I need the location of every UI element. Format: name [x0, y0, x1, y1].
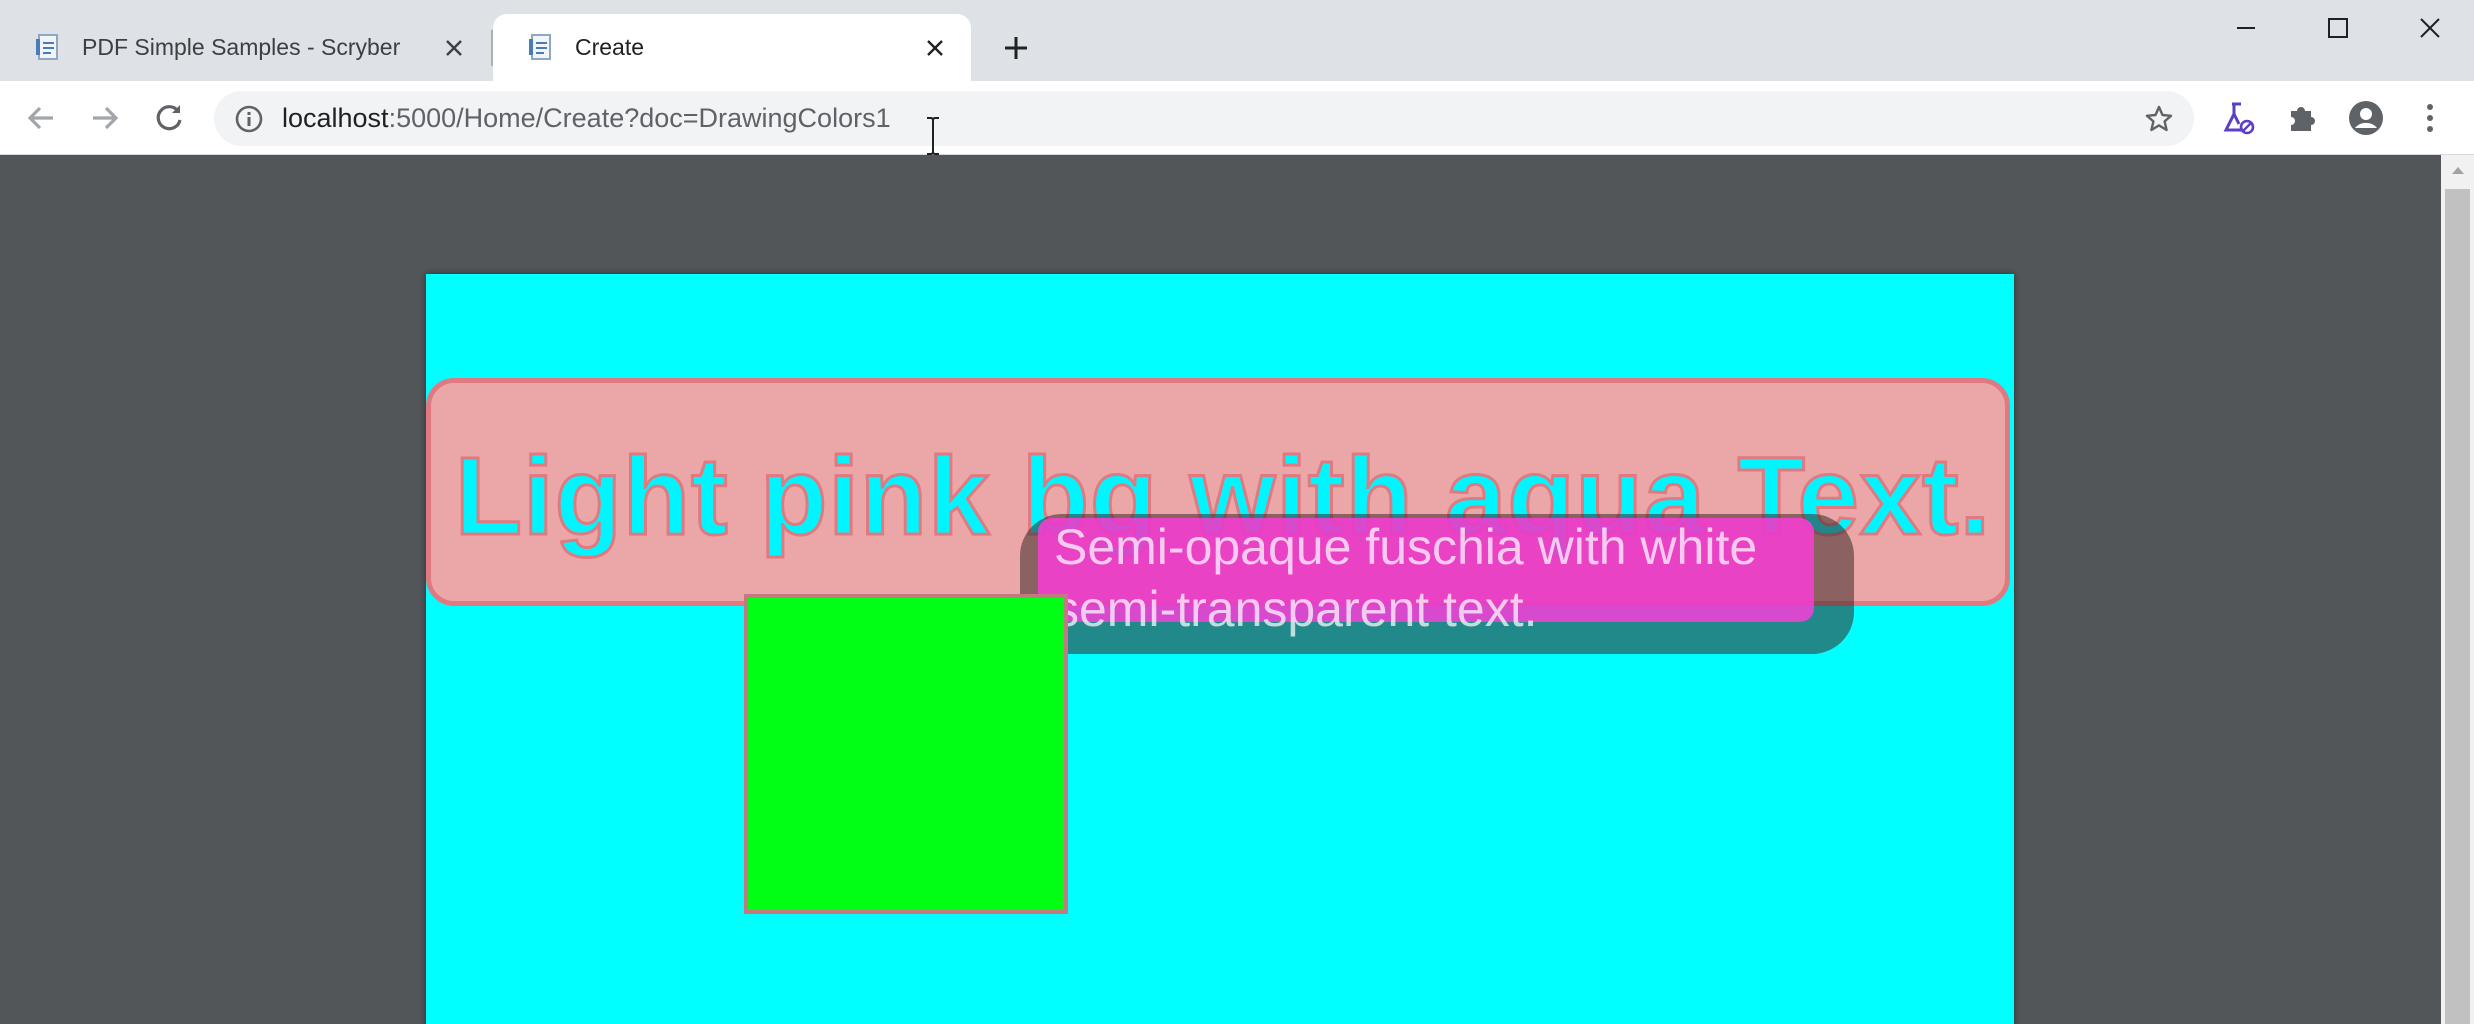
address-bar[interactable]: localhost:5000/Home/Create?doc=DrawingCo… — [214, 91, 2194, 146]
back-button[interactable] — [19, 96, 63, 140]
vertical-scrollbar[interactable] — [2441, 155, 2474, 1024]
flask-icon — [2223, 102, 2255, 135]
maximize-icon — [2328, 17, 2348, 38]
scroll-thumb[interactable] — [2445, 189, 2470, 1024]
scroll-up-arrow-icon[interactable] — [2441, 155, 2474, 185]
tab-strip: PDF Simple Samples - Scryber Create — [0, 0, 2474, 81]
pdf-page: Light pink bg with aqua Text. Semi-opaqu… — [426, 274, 2014, 1024]
kebab-menu-icon — [2427, 104, 2433, 132]
green-square — [744, 594, 1068, 914]
navigation-toolbar: localhost:5000/Home/Create?doc=DrawingCo… — [0, 81, 2474, 155]
tab-title: Create — [575, 34, 645, 60]
info-icon[interactable] — [232, 102, 266, 136]
menu-button[interactable] — [2408, 96, 2452, 140]
maximize-button[interactable] — [2292, 0, 2384, 55]
back-arrow-icon — [27, 106, 53, 130]
close-icon[interactable] — [921, 34, 949, 62]
labs-button[interactable] — [2216, 96, 2260, 140]
tab-create[interactable]: Create — [493, 14, 971, 81]
browser-window: PDF Simple Samples - Scryber Create loca… — [0, 0, 2474, 1024]
document-icon — [36, 33, 62, 63]
minimize-button[interactable] — [2200, 0, 2292, 55]
url-text[interactable]: localhost:5000/Home/Create?doc=DrawingCo… — [282, 91, 891, 146]
reload-icon — [156, 105, 182, 131]
fuschia-box-text: Semi-opaque fuschia with white semi-tran… — [1054, 519, 1758, 637]
minimize-icon — [2237, 26, 2255, 29]
star-icon[interactable] — [2142, 102, 2176, 136]
tab-title: PDF Simple Samples - Scryber — [82, 34, 401, 60]
text-cursor-icon — [927, 117, 939, 155]
new-tab-button[interactable] — [998, 30, 1034, 66]
puzzle-icon — [2291, 107, 2315, 131]
tab-pdf-simple-samples[interactable]: PDF Simple Samples - Scryber — [0, 14, 490, 81]
profile-button[interactable] — [2344, 96, 2388, 140]
pdf-viewer[interactable]: Light pink bg with aqua Text. Semi-opaqu… — [0, 155, 2441, 1024]
document-icon — [529, 33, 555, 63]
account-icon — [2349, 101, 2383, 135]
url-path: :5000/Home/Create?doc=DrawingColors1 — [388, 103, 891, 133]
close-icon[interactable] — [440, 34, 468, 62]
plus-icon — [1005, 37, 1027, 59]
close-icon — [2420, 17, 2440, 38]
extensions-button[interactable] — [2280, 96, 2324, 140]
window-close-button[interactable] — [2384, 0, 2474, 55]
forward-arrow-icon — [93, 106, 119, 130]
forward-button[interactable] — [83, 96, 127, 140]
reload-button[interactable] — [147, 96, 191, 140]
url-host: localhost — [282, 103, 389, 133]
